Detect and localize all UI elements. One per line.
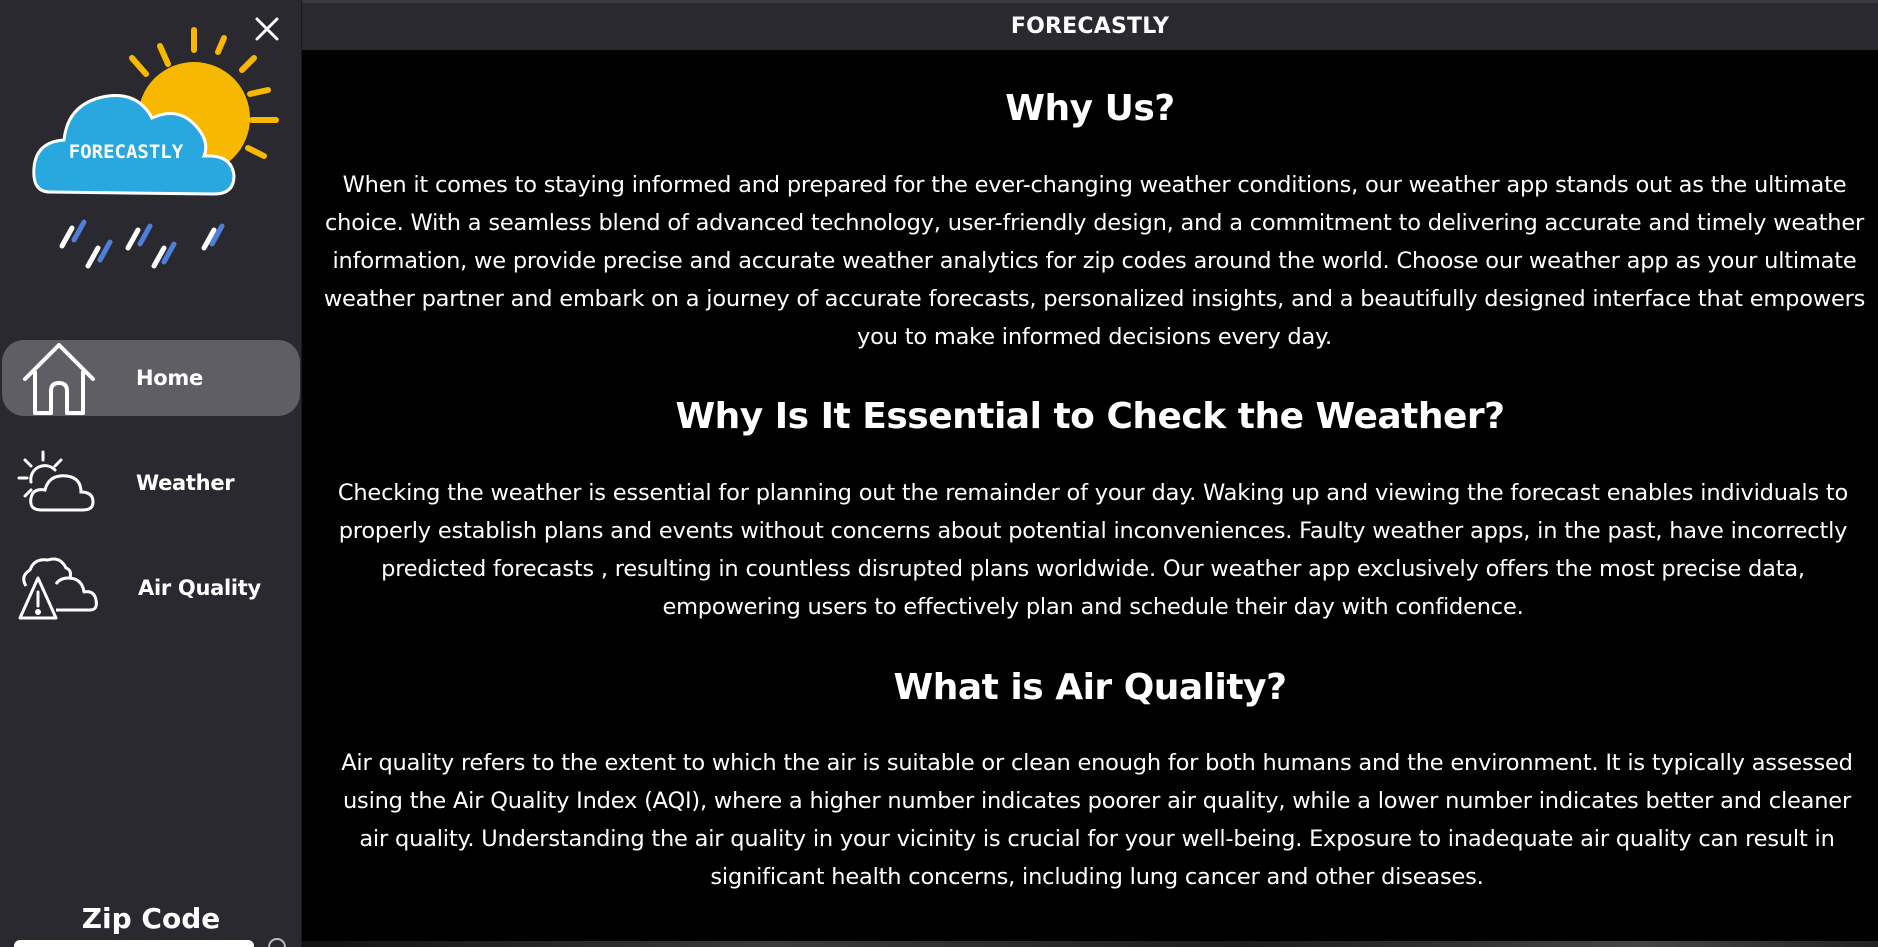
logo-text: FORECASTLY <box>69 141 184 163</box>
sidebar-item-label: Weather <box>136 471 235 495</box>
zip-search-icon[interactable] <box>268 938 286 947</box>
sidebar-item-label: Home <box>136 366 203 390</box>
sidebar-item-home[interactable]: Home <box>2 340 300 416</box>
cloud-warning-icon <box>16 550 98 626</box>
sidebar-nav: Home Weather Air Quality <box>0 340 302 655</box>
sun-cloud-icon <box>16 445 98 521</box>
section-title-air-quality: What is Air Quality? <box>893 667 1287 708</box>
sidebar-item-weather[interactable]: Weather <box>0 445 302 521</box>
sidebar: FORECASTLY Home Weather Air Quality Zip … <box>0 0 302 947</box>
home-icon <box>18 340 100 416</box>
logo-icon: FORECASTLY <box>32 27 279 269</box>
sidebar-item-label: Air Quality <box>138 576 261 600</box>
section-body-air-quality: Air quality refers to the extent to whic… <box>341 750 1853 890</box>
sidebar-item-air-quality[interactable]: Air Quality <box>0 550 302 626</box>
zip-code-label: Zip Code <box>81 902 221 935</box>
main-content: Why Us? When it comes to staying informe… <box>302 50 1878 947</box>
background-image-strip <box>302 941 1878 947</box>
section-title-essential: Why Is It Essential to Check the Weather… <box>675 396 1505 437</box>
section-body-essential: Checking the weather is essential for pl… <box>337 480 1849 620</box>
logo: FORECASTLY <box>28 22 290 278</box>
section-body-why-us: When it comes to staying informed and pr… <box>323 172 1866 350</box>
zip-code-input[interactable] <box>14 940 254 947</box>
app-window: FORECASTLY Home Weather Air Quality Zip … <box>0 0 1878 947</box>
app-title: FORECASTLY <box>1010 14 1170 39</box>
section-title-why-us: Why Us? <box>1005 88 1175 129</box>
top-bar: FORECASTLY <box>302 0 1878 50</box>
